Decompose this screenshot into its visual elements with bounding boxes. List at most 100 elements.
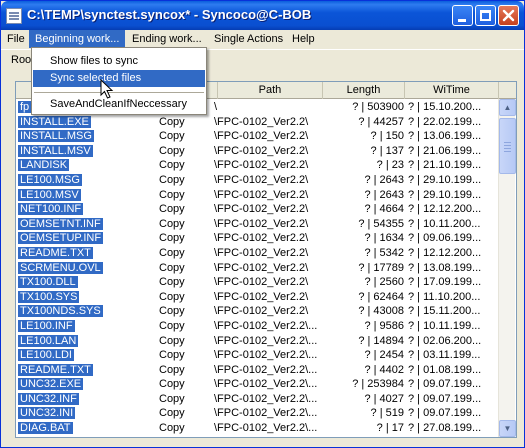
list-item[interactable]: LE100.MSG Copy \FPC-0102_Ver2.2\ ? | 2643 ? … xyxy=(16,173,498,188)
path-cell: \FPC-0102_Ver2.2\ xyxy=(214,130,309,143)
list-item[interactable]: OEMSETNT.INF Copy \FPC-0102_Ver2.2\ ? | 543… xyxy=(16,217,498,232)
path-cell: \ xyxy=(214,101,218,113)
file-name-label: TX100.SYS xyxy=(18,290,80,303)
menu-ending-work[interactable]: Ending work... xyxy=(126,30,208,48)
menu-sync-selected-files[interactable]: Sync selected files xyxy=(33,70,205,87)
file-name-cell: OEMSETNT.INF xyxy=(18,217,128,232)
time-cell: ? | 09.07.199... xyxy=(408,392,482,405)
time-cell: ? | 18.11.199... xyxy=(408,436,498,438)
length-cell: ? | 519 xyxy=(370,407,404,420)
beginning-work-dropdown: Show files to sync Sync selected files S… xyxy=(31,47,207,115)
file-name-cell: LE100.MSG xyxy=(18,173,128,188)
app-icon xyxy=(6,8,22,24)
action-cell: Copy xyxy=(159,436,219,438)
maximize-button[interactable] xyxy=(475,5,496,26)
file-name-cell: TX100.DLL xyxy=(18,275,128,290)
scroll-down-button[interactable]: ▼ xyxy=(499,420,516,437)
file-name-cell: README.TXT xyxy=(18,246,128,261)
list-item[interactable]: README.TXT Copy \FPC-0102_Ver2.2\ ? | 5342?… xyxy=(16,246,498,261)
menu-beginning-work[interactable]: Beginning work... xyxy=(29,30,126,48)
file-list[interactable]: N Path Length WiTime fp\? | 503900? | 15… xyxy=(15,81,517,438)
file-name-label: DIAG.BAT xyxy=(18,422,73,435)
list-item[interactable]: UNC32.INI Copy \FPC-0102_Ver2.2\... ? | 519… xyxy=(16,406,498,421)
time-cell: ? | 21.10.199... xyxy=(408,159,482,172)
time-cell: ? | 21.06.199... xyxy=(408,144,482,157)
action-cell: Copy xyxy=(159,173,185,186)
scroll-up-button[interactable]: ▲ xyxy=(499,99,516,116)
path-cell: \FPC-0102_Ver2.2\ xyxy=(214,173,309,186)
vertical-scrollbar[interactable]: ▲ ▼ xyxy=(498,99,516,437)
list-item[interactable]: LE100.INF Copy \FPC-0102_Ver2.2\... ? | 958… xyxy=(16,319,498,334)
length-cell: ? | 17 xyxy=(376,422,404,435)
file-name-cell: UNC32.INF xyxy=(18,392,128,407)
scroll-thumb[interactable] xyxy=(499,118,516,174)
length-cell: ? | 137 xyxy=(370,144,404,157)
list-item[interactable]: UNC32.EXE Copy \FPC-0102_Ver2.2\... ? | 253… xyxy=(16,377,498,392)
list-item[interactable]: TX100.SYS Copy \FPC-0102_Ver2.2\ ? | 62464?… xyxy=(16,290,498,305)
file-name-label: TX100.DLL xyxy=(18,276,78,289)
length-cell: ? | 17789 xyxy=(358,261,404,274)
time-cell: ? | 09.06.199... xyxy=(408,232,482,245)
file-name-cell: NET100.INF xyxy=(18,202,128,217)
list-item[interactable]: README.TXT Copy \FPC-0102_Ver2.2\... ? | 44… xyxy=(16,363,498,378)
minimize-icon xyxy=(458,19,466,22)
list-item[interactable]: SCRMENU.OVL Copy \FPC-0102_Ver2.2\ ? | 1778… xyxy=(16,261,498,276)
length-cell: ? | 1634 xyxy=(364,232,404,245)
length-cell: ? | 503900 xyxy=(352,101,404,113)
file-name-label: SCRMENU.OVL xyxy=(18,261,103,274)
action-cell: Copy xyxy=(159,422,185,435)
file-name-label: LE100.LAN xyxy=(18,334,79,347)
list-item[interactable]: LE100.LAN Copy \FPC-0102_Ver2.2\... ? | 148… xyxy=(16,334,498,349)
action-cell: Copy xyxy=(159,363,185,376)
list-item[interactable]: LE100.LDI Copy \FPC-0102_Ver2.2\... ? | 245… xyxy=(16,348,498,363)
list-item[interactable]: INSTALL.MSG Copy \FPC-0102_Ver2.2\ ? | 150?… xyxy=(16,129,498,144)
column-witime[interactable]: WiTime xyxy=(405,82,499,99)
action-cell: Copy xyxy=(159,188,185,201)
list-item[interactable]: UNC32.INF Copy \FPC-0102_Ver2.2\... ? | 402… xyxy=(16,392,498,407)
list-item[interactable]: INSTALL.MSV Copy \FPC-0102_Ver2.2\ ? | 137?… xyxy=(16,144,498,159)
list-item[interactable]: NET100.INF Copy \FPC-0102_Ver2.2\ ? | 4664?… xyxy=(16,202,498,217)
time-cell: ? | 09.07.199... xyxy=(408,378,482,391)
time-cell: ? | 01.08.199... xyxy=(408,363,482,376)
list-item[interactable]: INSTALL.EXE Copy \FPC-0102_Ver2.2\ ? | 4425… xyxy=(16,115,498,130)
file-name-cell: INSTALL.EXE xyxy=(18,115,128,130)
length-cell: ? | 4402 xyxy=(364,363,404,376)
length-cell: ? | 14894 xyxy=(358,334,404,347)
time-cell: ? | 10.11.199... xyxy=(408,319,481,332)
title-bar[interactable]: C:\TEMP\synctest.syncox* - Syncoco@C-BOB xyxy=(1,1,524,30)
path-cell: \FPC-0102_Ver2.2\ xyxy=(214,276,309,289)
file-name-label: fp xyxy=(18,101,32,113)
window-title: C:\TEMP\synctest.syncox* - Syncoco@C-BOB xyxy=(27,7,312,22)
menu-show-files-to-sync[interactable]: Show files to sync xyxy=(33,53,205,70)
file-name-label: LE100.MSV xyxy=(18,188,81,201)
menu-help[interactable]: Help xyxy=(286,30,321,48)
path-cell: \FPC-0102_Ver2.2\... xyxy=(214,319,318,332)
length-cell: ? | 2643 xyxy=(364,173,404,186)
list-item[interactable]: OEMSETUP.INF Copy \FPC-0102_Ver2.2\ ? | 163… xyxy=(16,231,498,246)
list-item[interactable]: LE100.MSV Copy \FPC-0102_Ver2.2\ ? | 2643 ? … xyxy=(16,188,498,203)
file-name-label: LE100.INF xyxy=(18,319,75,332)
path-cell: \FPC-0102_Ver2.2\ xyxy=(214,261,309,274)
file-name-cell: INSTALL.MSV xyxy=(18,144,128,159)
menu-file[interactable]: File xyxy=(1,30,31,48)
action-cell: Copy xyxy=(159,290,185,303)
time-cell: ? | 29.10.199... xyxy=(408,173,482,186)
list-item[interactable]: LANDISK Copy \FPC-0102_Ver2.2\ ? | 23 ? | 21… xyxy=(16,158,498,173)
list-item[interactable]: TX100.DLL Copy \FPC-0102_Ver2.2\ ? | 2560 ? … xyxy=(16,275,498,290)
list-item[interactable]: TX100NDS.SYS Copy \FPC-0102_Ver2.2\ ? | 430… xyxy=(16,304,498,319)
file-name-label: UNC32.INI xyxy=(18,407,76,420)
column-path[interactable]: Path xyxy=(218,82,323,99)
length-cell: ? | 253984 xyxy=(352,378,404,391)
column-length[interactable]: Length xyxy=(323,82,405,99)
list-item[interactable]: JLANMSG.BINCopy\FPC-0102_Ver2.2\...? | 1… xyxy=(16,436,498,438)
list-item[interactable]: DIAG.BAT Copy \FPC-0102_Ver2.2\...? | 17? … xyxy=(16,421,498,436)
minimize-button[interactable] xyxy=(452,5,473,26)
time-cell: ? | 12.12.200... xyxy=(408,203,482,216)
time-cell: ? | 10.11.200... xyxy=(408,217,481,230)
menu-single-actions[interactable]: Single Actions xyxy=(208,30,289,48)
menu-save-and-clean[interactable]: SaveAndCleanIfNeccessary xyxy=(33,96,205,113)
path-cell: \FPC-0102_Ver2.2\... xyxy=(214,363,318,376)
close-button[interactable] xyxy=(498,5,519,26)
file-name-cell: LE100.LAN xyxy=(18,334,128,349)
length-cell: ? | 43008 xyxy=(358,305,404,318)
